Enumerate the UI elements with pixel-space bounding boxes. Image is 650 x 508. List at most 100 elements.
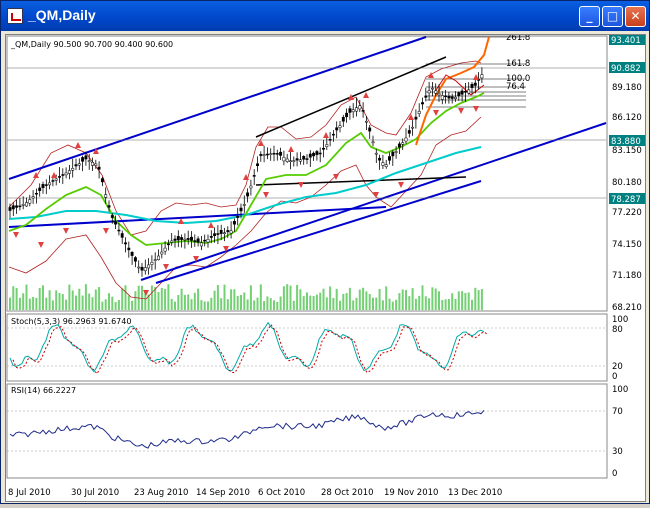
candle-body bbox=[219, 230, 223, 234]
candle-body bbox=[67, 170, 71, 174]
volume-bar bbox=[22, 293, 25, 310]
candle-body bbox=[143, 267, 147, 272]
volume-bar bbox=[335, 288, 338, 310]
volume-bar bbox=[352, 300, 355, 310]
volume-bar bbox=[65, 299, 68, 310]
candle-body bbox=[256, 163, 259, 166]
candle-body bbox=[358, 105, 362, 110]
candle-body bbox=[457, 92, 461, 97]
volume-bar bbox=[405, 290, 407, 310]
volume-bar bbox=[233, 289, 236, 310]
volume-bar bbox=[32, 296, 35, 310]
volume-bar bbox=[68, 284, 71, 310]
candle-body bbox=[427, 90, 431, 94]
candle-body bbox=[28, 199, 32, 204]
volume-bar bbox=[18, 297, 21, 310]
volume-bar bbox=[42, 285, 44, 310]
candle-body bbox=[437, 93, 441, 96]
date-label: 8 Jul 2010 bbox=[8, 488, 51, 498]
volume-bar bbox=[408, 296, 411, 310]
candle-body bbox=[124, 242, 127, 245]
volume-bar bbox=[378, 288, 381, 310]
volume-bar bbox=[332, 297, 335, 310]
volume-bar bbox=[210, 297, 213, 310]
price-tag-text: 93.401 bbox=[611, 36, 641, 46]
date-axis: 8 Jul 2010 30 Jul 2010 23 Aug 2010 14 Se… bbox=[8, 488, 502, 498]
candle-body bbox=[265, 153, 269, 156]
candle-body bbox=[355, 107, 358, 112]
rsi-axis-label: 30 bbox=[612, 447, 623, 457]
volume-bar bbox=[167, 284, 170, 310]
volume-bar bbox=[444, 299, 447, 310]
candle-body bbox=[87, 160, 91, 162]
volume-bar bbox=[315, 294, 318, 310]
candle-body bbox=[239, 207, 243, 212]
volume-bar bbox=[418, 295, 421, 310]
candle-body bbox=[289, 160, 292, 162]
candle-body bbox=[341, 117, 345, 122]
candle-body bbox=[199, 242, 203, 247]
volume-bar bbox=[240, 294, 242, 310]
volume-bar bbox=[121, 288, 124, 310]
rsi-panel-header: RSI(14) 66.2227 bbox=[11, 386, 76, 395]
volume-bar bbox=[101, 301, 104, 310]
candle-body bbox=[246, 192, 250, 197]
volume-bar bbox=[391, 301, 394, 310]
volume-bar bbox=[398, 293, 401, 310]
candle-body bbox=[404, 137, 408, 142]
candle-body bbox=[216, 233, 220, 235]
candle-body bbox=[434, 90, 438, 94]
candle-body bbox=[64, 172, 68, 176]
candle-body bbox=[133, 257, 137, 262]
candle-body bbox=[150, 262, 154, 265]
candle-body bbox=[232, 221, 236, 225]
candle-body bbox=[229, 230, 233, 234]
candle-body bbox=[421, 102, 424, 105]
price-axis-label: 71.180 bbox=[612, 271, 642, 281]
candle-body bbox=[18, 205, 22, 208]
rsi-axis-label: 0 bbox=[612, 469, 617, 479]
volume-bar bbox=[306, 292, 308, 310]
candle-body bbox=[120, 233, 124, 238]
volume-bar bbox=[477, 290, 480, 310]
candle-body bbox=[180, 237, 184, 240]
date-label: 28 Oct 2010 bbox=[321, 488, 374, 498]
candle-body bbox=[371, 141, 375, 144]
candle-body bbox=[190, 236, 193, 241]
candle-body bbox=[361, 110, 365, 112]
volume-bar bbox=[286, 284, 289, 310]
title-bar[interactable]: _QM,Daily _ □ ✕ bbox=[1, 1, 649, 31]
candle-body bbox=[305, 158, 309, 160]
chart-svg[interactable]: _QM,Daily 90.500 90.700 90.400 90.600 St… bbox=[6, 33, 647, 503]
date-label: 23 Aug 2010 bbox=[134, 488, 188, 498]
candle-body bbox=[31, 196, 35, 199]
candle-body bbox=[381, 162, 385, 166]
candle-body bbox=[203, 239, 207, 242]
candle-body bbox=[378, 157, 382, 161]
volume-bar bbox=[411, 288, 414, 310]
volume-bar bbox=[289, 285, 292, 310]
volume-bar bbox=[75, 295, 77, 310]
candle-body bbox=[166, 243, 170, 246]
candle-body bbox=[107, 205, 111, 208]
volume-bar bbox=[325, 297, 328, 310]
volume-bar bbox=[467, 292, 470, 310]
candle-body bbox=[252, 175, 256, 177]
price-axis-label: 80.180 bbox=[612, 178, 642, 188]
volume-bar bbox=[457, 291, 460, 310]
volume-bar bbox=[98, 287, 101, 310]
minimize-button[interactable]: _ bbox=[579, 6, 600, 27]
volume-bar bbox=[131, 300, 134, 310]
candle-body bbox=[368, 127, 372, 132]
candle-body bbox=[345, 112, 349, 118]
chart-area[interactable]: _QM,Daily 90.500 90.700 90.400 90.600 St… bbox=[5, 33, 647, 503]
volume-bar bbox=[362, 287, 365, 310]
rsi-panel bbox=[6, 383, 608, 479]
close-button[interactable]: ✕ bbox=[625, 6, 646, 27]
candle-body bbox=[176, 236, 180, 241]
maximize-button[interactable]: □ bbox=[602, 6, 623, 27]
candle-body bbox=[460, 90, 464, 95]
candle-body bbox=[450, 96, 454, 99]
candle-body bbox=[249, 185, 253, 189]
candle-body bbox=[186, 238, 190, 240]
